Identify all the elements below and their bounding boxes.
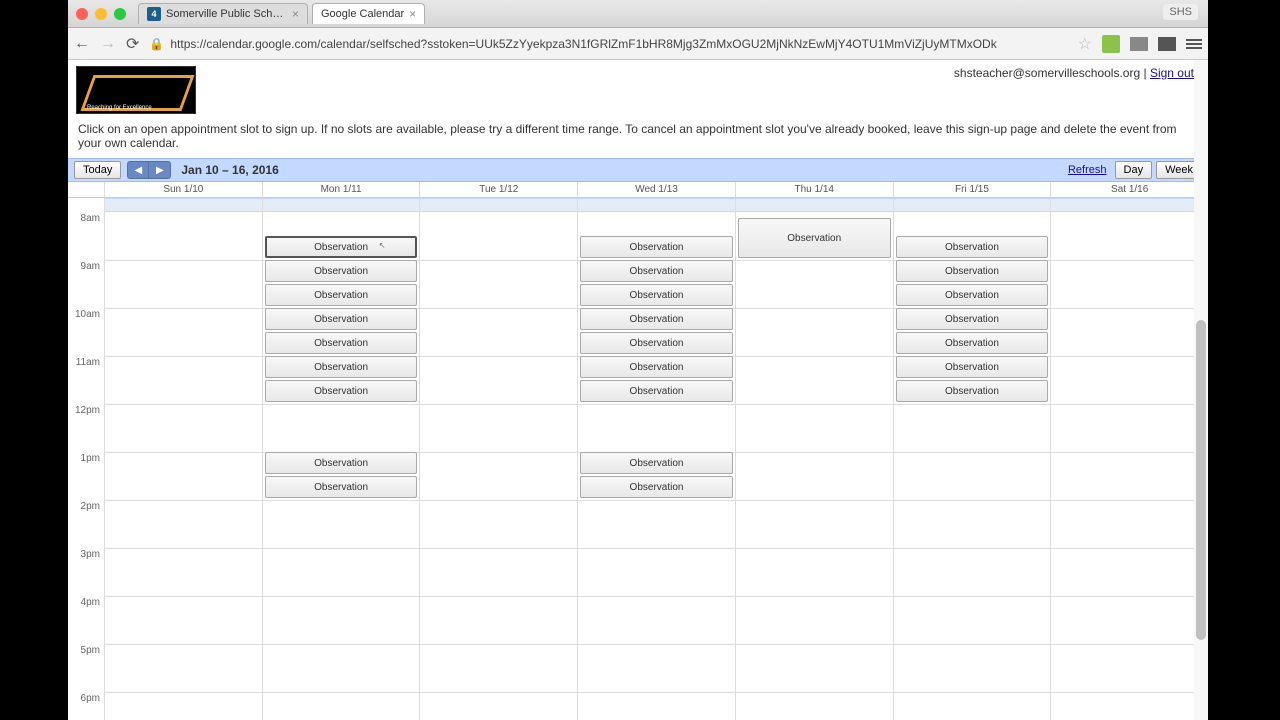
day-header-mon: Mon 1/11 <box>262 182 420 197</box>
appointment-slot[interactable]: Observation <box>896 236 1049 258</box>
appointment-slot[interactable]: Observation <box>580 332 733 354</box>
sign-out-link[interactable]: Sign out <box>1150 66 1194 80</box>
extension-icon[interactable] <box>1130 37 1148 51</box>
day-header-wed: Wed 1/13 <box>577 182 735 197</box>
extension-icon[interactable] <box>1158 37 1176 51</box>
date-range: Jan 10 – 16, 2016 <box>181 163 278 177</box>
time-label: 1pm <box>68 452 104 500</box>
window-titlebar: 4 Somerville Public School D × Google Ca… <box>68 0 1208 28</box>
cursor-icon: ↖ <box>379 241 386 250</box>
appointment-slot[interactable]: Observation <box>896 308 1049 330</box>
profile-badge[interactable]: SHS <box>1163 4 1198 20</box>
forward-button[interactable]: → <box>100 35 116 53</box>
user-bar: shsteacher@somervilleschools.org | Sign … <box>954 66 1194 80</box>
reload-button[interactable]: ⟳ <box>126 34 139 54</box>
time-label: 10am <box>68 308 104 356</box>
calendar-grid: 8am 9am 10am 11am 12pm 1pm 2pm 3pm 4pm 5… <box>68 212 1208 720</box>
scrollbar-track <box>1194 60 1208 720</box>
appointment-slot[interactable]: Observation <box>580 236 733 258</box>
prev-week-button[interactable]: ◀ <box>127 161 149 179</box>
separator: | <box>1140 66 1150 80</box>
window-minimize-button[interactable] <box>95 8 107 20</box>
day-header-thu: Thu 1/14 <box>735 182 893 197</box>
appointment-slot[interactable]: Observation <box>580 260 733 282</box>
time-label: 2pm <box>68 500 104 548</box>
tab-close-icon[interactable]: × <box>409 7 416 21</box>
appointment-slot[interactable]: Observation <box>896 284 1049 306</box>
window-close-button[interactable] <box>76 8 88 20</box>
appointment-slot[interactable]: Observation <box>580 356 733 378</box>
appointment-slot[interactable]: Observation <box>896 356 1049 378</box>
allday-row <box>68 198 1208 212</box>
appointment-slot[interactable]: Observation <box>265 452 418 474</box>
instructions-text: Click on an open appointment slot to sig… <box>78 122 1198 150</box>
extension-icon[interactable] <box>1102 35 1120 53</box>
appointment-slot[interactable]: Observation <box>896 332 1049 354</box>
appointment-slot[interactable]: Observation <box>738 218 891 258</box>
appointment-slot[interactable]: Observation <box>265 284 418 306</box>
appointment-slot[interactable]: Observation <box>580 284 733 306</box>
day-view-button[interactable]: Day <box>1115 161 1153 179</box>
star-icon[interactable]: ☆ <box>1078 34 1092 54</box>
time-label: 8am <box>68 212 104 260</box>
time-label: 9am <box>68 260 104 308</box>
address-bar[interactable]: 🔒 https://calendar.google.com/calendar/s… <box>149 37 1067 51</box>
day-column-fri[interactable]: ObservationObservationObservationObserva… <box>893 212 1051 720</box>
day-column-thu[interactable]: Observation <box>735 212 893 720</box>
day-header-sun: Sun 1/10 <box>104 182 262 197</box>
appointment-slot[interactable]: Observation <box>580 380 733 402</box>
day-column-sat[interactable] <box>1050 212 1208 720</box>
day-header-fri: Fri 1/15 <box>893 182 1051 197</box>
page-content: shsteacher@somervilleschools.org | Sign … <box>68 60 1208 720</box>
appointment-slot[interactable]: Observation <box>896 380 1049 402</box>
scrollbar-thumb[interactable] <box>1196 320 1206 640</box>
user-email: shsteacher@somervilleschools.org <box>954 66 1140 80</box>
time-label: 3pm <box>68 548 104 596</box>
appointment-slot[interactable]: Observation <box>265 332 418 354</box>
time-gutter: 8am 9am 10am 11am 12pm 1pm 2pm 3pm 4pm 5… <box>68 212 104 720</box>
time-label: 11am <box>68 356 104 404</box>
appointment-slot[interactable]: Observation <box>896 260 1049 282</box>
today-button[interactable]: Today <box>74 161 121 179</box>
tab-title: Google Calendar <box>321 8 404 20</box>
day-header-sat: Sat 1/16 <box>1050 182 1208 197</box>
day-headers: Sun 1/10 Mon 1/11 Tue 1/12 Wed 1/13 Thu … <box>68 182 1208 198</box>
appointment-slot[interactable]: Observation↖ <box>265 236 418 258</box>
school-logo: Reaching for Excellence <box>76 66 196 114</box>
calendar-toolbar: Today ◀ ▶ Jan 10 – 16, 2016 Refresh Day … <box>68 158 1208 182</box>
time-label: 4pm <box>68 596 104 644</box>
browser-tab-calendar[interactable]: Google Calendar × <box>312 3 425 24</box>
url-text: https://calendar.google.com/calendar/sel… <box>170 37 996 51</box>
window-maximize-button[interactable] <box>114 8 126 20</box>
appointment-slot[interactable]: Observation <box>265 380 418 402</box>
tab-title: Somerville Public School D <box>166 8 287 20</box>
browser-toolbar: ← → ⟳ 🔒 https://calendar.google.com/cale… <box>68 28 1208 60</box>
appointment-slot[interactable]: Observation <box>265 308 418 330</box>
lock-icon: 🔒 <box>149 37 164 51</box>
appointment-slot[interactable]: Observation <box>265 476 418 498</box>
back-button[interactable]: ← <box>74 35 90 53</box>
appointment-slot[interactable]: Observation <box>265 260 418 282</box>
hamburger-menu-icon[interactable] <box>1186 39 1202 49</box>
appointment-slot[interactable]: Observation <box>580 476 733 498</box>
tab-close-icon[interactable]: × <box>292 7 299 21</box>
day-column-tue[interactable] <box>419 212 577 720</box>
appointment-slot[interactable]: Observation <box>580 452 733 474</box>
day-column-mon[interactable]: Observation↖ObservationObservationObserv… <box>262 212 420 720</box>
day-column-sun[interactable] <box>104 212 262 720</box>
time-label: 12pm <box>68 404 104 452</box>
appointment-slot[interactable]: Observation <box>580 308 733 330</box>
time-label: 6pm <box>68 692 104 720</box>
refresh-link[interactable]: Refresh <box>1068 164 1107 176</box>
day-column-wed[interactable]: ObservationObservationObservationObserva… <box>577 212 735 720</box>
browser-tab-somerville[interactable]: 4 Somerville Public School D × <box>138 3 308 24</box>
time-label: 5pm <box>68 644 104 692</box>
appointment-slot[interactable]: Observation <box>265 356 418 378</box>
day-header-tue: Tue 1/12 <box>419 182 577 197</box>
tab-favicon-icon: 4 <box>147 7 161 21</box>
next-week-button[interactable]: ▶ <box>149 161 171 179</box>
